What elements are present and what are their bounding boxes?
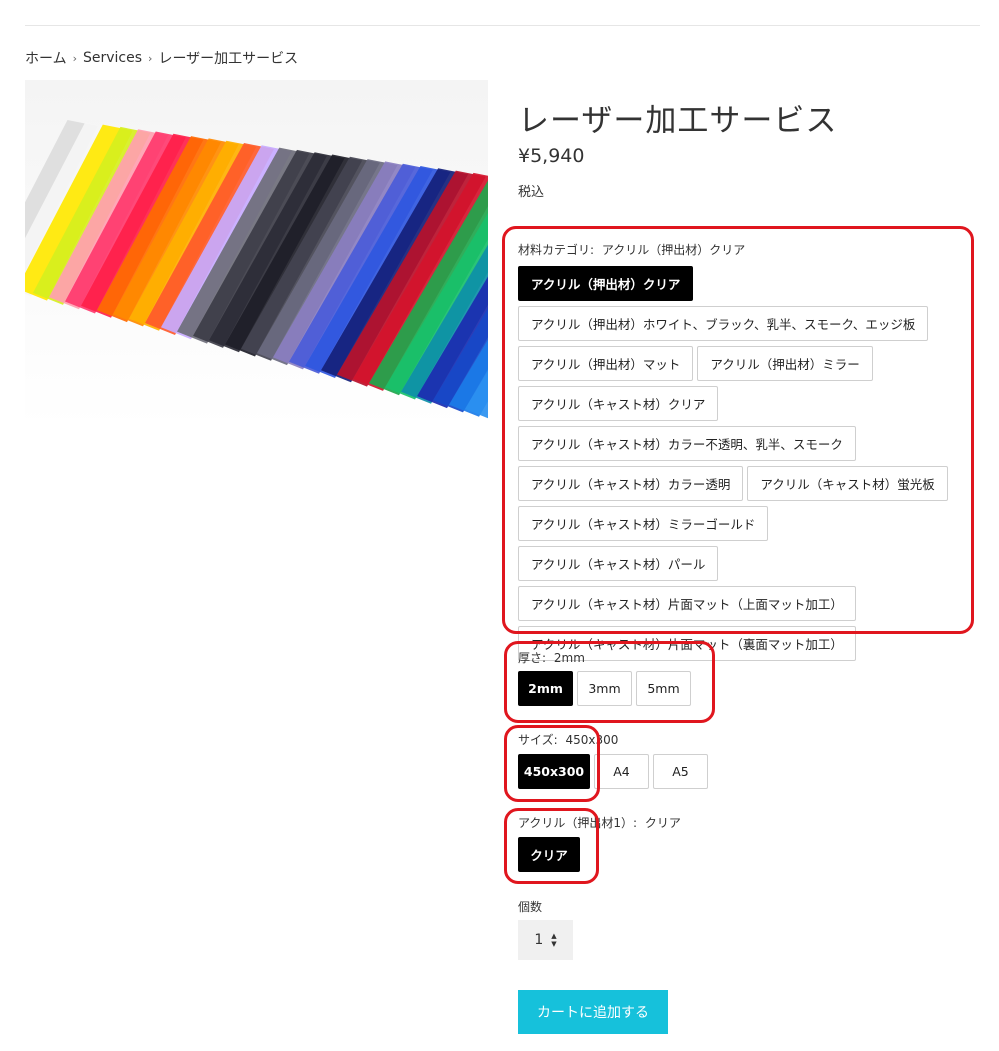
breadcrumb-current: レーザー加工サービス [158, 51, 299, 67]
material-option-label: 材料カテゴリ: アクリル（押出材）クリア [518, 241, 745, 258]
acrylic-options: クリア [518, 837, 580, 872]
acrylic-option[interactable]: クリア [518, 837, 580, 872]
product-price: ¥5,940 [518, 145, 585, 167]
acrylic-option-label: アクリル（押出材1）: クリア [518, 814, 681, 831]
material-option[interactable]: アクリル（キャスト材）クリア [518, 386, 719, 421]
material-option[interactable]: アクリル（押出材）ミラー [697, 346, 873, 381]
stepper-up-icon[interactable]: ▲ [551, 932, 556, 940]
quantity-stepper[interactable]: 1 ▲ ▼ [518, 920, 573, 960]
thickness-option[interactable]: 2mm [518, 671, 573, 706]
breadcrumb-services-link[interactable]: Services [83, 50, 142, 66]
thickness-option[interactable]: 3mm [577, 671, 632, 706]
material-option[interactable]: アクリル（キャスト材）カラー不透明、乳半、スモーク [518, 426, 856, 461]
material-option[interactable]: アクリル（キャスト材）蛍光板 [747, 466, 948, 501]
size-option-label: サイズ: 450x300 [518, 731, 618, 748]
size-option[interactable]: 450x300 [518, 754, 590, 789]
size-option[interactable]: A4 [594, 754, 649, 789]
acrylic-label-name: アクリル（押出材1）: [518, 816, 638, 830]
product-title: レーザー加工サービス [518, 103, 838, 139]
material-option[interactable]: アクリル（押出材）マット [518, 346, 694, 381]
size-label-name: サイズ: [518, 733, 558, 747]
size-options: 450x300 A4 A5 [518, 754, 708, 789]
size-option[interactable]: A5 [653, 754, 708, 789]
thickness-options: 2mm 3mm 5mm [518, 671, 691, 706]
material-option[interactable]: アクリル（キャスト材）カラー透明 [518, 466, 744, 501]
material-option[interactable]: アクリル（キャスト材）ミラーゴールド [518, 506, 769, 541]
acrylic-label-value: クリア [644, 816, 681, 830]
header-divider [25, 25, 980, 26]
breadcrumb: ホーム › Services › レーザー加工サービス [25, 48, 298, 68]
material-label-value: アクリル（押出材）クリア [601, 243, 746, 257]
product-image[interactable] [25, 80, 488, 428]
chevron-right-icon: › [72, 51, 77, 65]
stepper-down-icon[interactable]: ▼ [551, 940, 556, 948]
thickness-label-name: 厚さ: [518, 651, 547, 665]
chevron-right-icon: › [148, 51, 153, 65]
material-options: アクリル（押出材）クリア アクリル（押出材）ホワイト、ブラック、乳半、スモーク、… [518, 266, 963, 661]
thickness-option-label: 厚さ: 2mm [518, 649, 585, 666]
material-label-name: 材料カテゴリ: [518, 243, 595, 257]
tax-note: 税込 [518, 185, 545, 200]
add-to-cart-button[interactable]: カートに追加する [518, 990, 668, 1034]
material-option[interactable]: アクリル（キャスト材）片面マット（上面マット加工） [518, 586, 856, 621]
material-option[interactable]: アクリル（押出材）クリア [518, 266, 694, 301]
quantity-label: 個数 [518, 900, 543, 914]
thickness-label-value: 2mm [553, 651, 585, 665]
material-option[interactable]: アクリル（押出材）ホワイト、ブラック、乳半、スモーク、エッジ板 [518, 306, 929, 341]
breadcrumb-home-link[interactable]: ホーム [25, 48, 67, 68]
material-option[interactable]: アクリル（キャスト材）パール [518, 546, 719, 581]
thickness-option[interactable]: 5mm [636, 671, 691, 706]
quantity-value[interactable]: 1 [534, 932, 543, 948]
acrylic-sheets-photo [25, 80, 488, 428]
size-label-value: 450x300 [565, 733, 619, 747]
